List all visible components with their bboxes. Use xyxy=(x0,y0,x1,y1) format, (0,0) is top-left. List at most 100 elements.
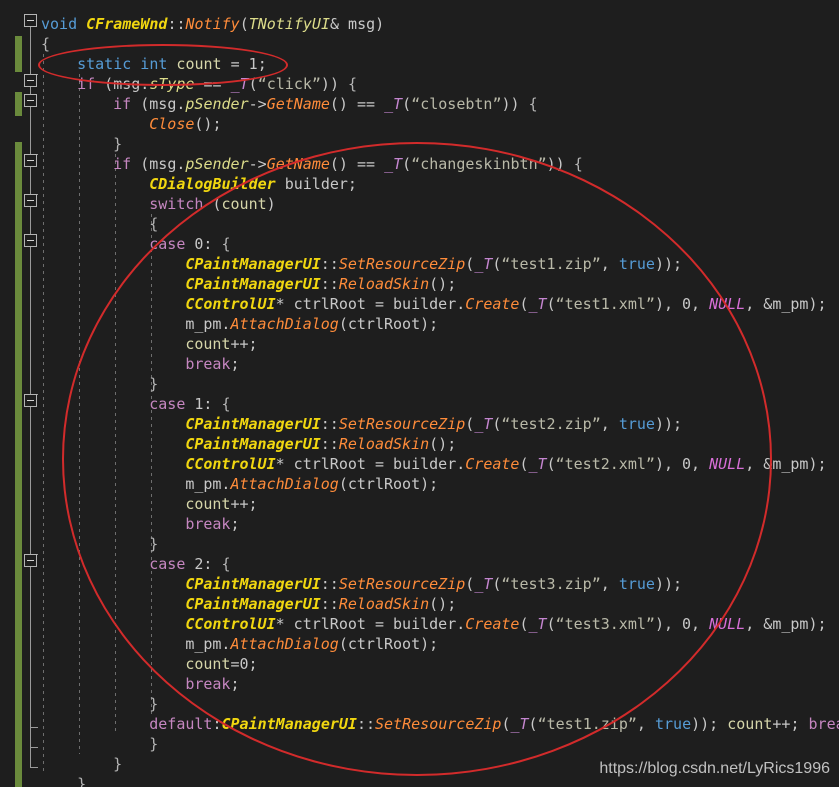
code-line[interactable]: { xyxy=(41,34,50,54)
code-line[interactable]: if (msg.pSender->GetName() == _T(“closeb… xyxy=(113,94,537,114)
code-token: “test1.zip” xyxy=(537,715,637,733)
code-token: )); xyxy=(654,415,683,433)
code-line[interactable]: CControlUI* ctrlRoot = builder.Create(_T… xyxy=(185,454,826,474)
code-text-layer[interactable]: void CFrameWnd::Notify(TNotifyUI& msg){s… xyxy=(0,0,839,787)
code-token: Notify xyxy=(185,15,240,33)
change-indicator-bar xyxy=(15,92,22,116)
code-token: break xyxy=(185,515,231,533)
fold-region-end-tick xyxy=(30,767,38,768)
editor-gutter[interactable] xyxy=(0,0,40,787)
code-line[interactable]: count++; xyxy=(185,334,257,354)
code-line[interactable]: break; xyxy=(185,514,239,534)
code-line[interactable]: { xyxy=(149,214,158,234)
code-token: true xyxy=(618,575,655,593)
code-line[interactable]: Close(); xyxy=(149,114,221,134)
code-line[interactable]: switch (count) xyxy=(149,194,275,214)
code-line[interactable]: CDialogBuilder builder; xyxy=(149,174,357,194)
code-token: () xyxy=(329,155,348,173)
code-token: :: xyxy=(320,275,339,293)
code-line[interactable]: CPaintManagerUI::ReloadSkin(); xyxy=(185,434,456,454)
code-line[interactable]: } xyxy=(149,694,158,714)
code-token: () xyxy=(194,115,213,133)
code-token: ( xyxy=(528,715,538,733)
code-line[interactable]: case 0: { xyxy=(149,234,230,254)
code-token: ( xyxy=(519,295,529,313)
code-token: ( xyxy=(546,615,556,633)
code-token: NULL xyxy=(709,455,746,473)
code-line[interactable]: } xyxy=(113,754,122,774)
change-indicator-bar xyxy=(15,36,22,72)
code-line[interactable]: CPaintManagerUI::SetResourceZip(_T(“test… xyxy=(185,574,682,594)
code-line[interactable]: } xyxy=(149,534,158,554)
code-line[interactable]: } xyxy=(77,774,86,787)
fold-collapse-icon[interactable] xyxy=(24,554,37,567)
code-line[interactable]: } xyxy=(149,374,158,394)
code-line[interactable]: CPaintManagerUI::SetResourceZip(_T(“test… xyxy=(185,414,682,434)
code-token: default xyxy=(149,715,213,733)
code-line[interactable]: m_pm.AttachDialog(ctrlRoot); xyxy=(185,314,438,334)
code-token: CPaintManagerUI xyxy=(221,715,357,733)
code-token: void xyxy=(41,15,78,33)
code-token: “closebtn” xyxy=(411,95,502,113)
code-line[interactable]: CControlUI* ctrlRoot = builder.Create(_T… xyxy=(185,294,826,314)
code-token: count xyxy=(185,335,231,353)
code-line[interactable]: CPaintManagerUI::ReloadSkin(); xyxy=(185,274,456,294)
code-token: _T xyxy=(474,415,493,433)
code-token: :: xyxy=(320,575,339,593)
code-token: “click” xyxy=(257,75,321,93)
code-token: } xyxy=(77,775,87,787)
code-token: , xyxy=(636,715,655,733)
code-token: ( xyxy=(546,295,556,313)
code-line[interactable]: CPaintManagerUI::ReloadSkin(); xyxy=(185,594,456,614)
code-token: ( xyxy=(519,615,529,633)
fold-collapse-icon[interactable] xyxy=(24,14,37,27)
fold-collapse-icon[interactable] xyxy=(24,154,37,167)
code-line[interactable]: m_pm.AttachDialog(ctrlRoot); xyxy=(185,634,438,654)
code-token: , xyxy=(600,575,619,593)
code-token: :: xyxy=(167,15,186,33)
code-token: * ctrlRoot = builder. xyxy=(275,615,466,633)
code-line[interactable]: } xyxy=(149,734,158,754)
code-token: count xyxy=(727,715,773,733)
code-token: case xyxy=(149,555,186,573)
code-token: 1 xyxy=(248,55,258,73)
code-line[interactable]: void CFrameWnd::Notify(TNotifyUI& msg) xyxy=(41,14,384,34)
code-token: ( xyxy=(248,75,258,93)
code-token: SetResourceZip xyxy=(338,575,466,593)
code-line[interactable]: case 2: { xyxy=(149,554,230,574)
code-token: )) xyxy=(546,155,565,173)
code-token: * ctrlRoot = builder. xyxy=(275,455,466,473)
code-line[interactable]: break; xyxy=(185,354,239,374)
code-line[interactable]: CPaintManagerUI::SetResourceZip(_T(“test… xyxy=(185,254,682,274)
code-line[interactable]: m_pm.AttachDialog(ctrlRoot); xyxy=(185,474,438,494)
code-token: if xyxy=(113,95,132,113)
code-line[interactable]: if (msg.sType == _T(“click”)) { xyxy=(77,74,357,94)
code-token: , &m_pm); xyxy=(745,295,827,313)
code-line[interactable]: if (msg.pSender->GetName() == _T(“change… xyxy=(113,154,583,174)
code-token: } xyxy=(113,135,123,153)
code-token: :: xyxy=(320,435,339,453)
code-line[interactable]: } xyxy=(113,134,122,154)
code-line[interactable]: default:CPaintManagerUI::SetResourceZip(… xyxy=(149,714,839,734)
fold-collapse-icon[interactable] xyxy=(24,394,37,407)
fold-collapse-icon[interactable] xyxy=(24,194,37,207)
code-line[interactable]: case 1: { xyxy=(149,394,230,414)
code-token: “test3.zip” xyxy=(501,575,601,593)
code-line[interactable]: count=0; xyxy=(185,654,257,674)
code-line[interactable]: count++; xyxy=(185,494,257,514)
code-line[interactable]: break; xyxy=(185,674,239,694)
code-token: -> xyxy=(248,155,267,173)
code-token: CPaintManagerUI xyxy=(185,575,321,593)
code-token: ReloadSkin xyxy=(338,275,430,293)
code-token: ++; xyxy=(230,335,258,353)
fold-collapse-icon[interactable] xyxy=(24,94,37,107)
fold-collapse-icon[interactable] xyxy=(24,74,37,87)
code-line[interactable]: CControlUI* ctrlRoot = builder.Create(_T… xyxy=(185,614,826,634)
code-line[interactable]: static int count = 1; xyxy=(77,54,267,74)
code-token: { xyxy=(221,235,231,253)
fold-collapse-icon[interactable] xyxy=(24,234,37,247)
code-token: Close xyxy=(149,115,195,133)
